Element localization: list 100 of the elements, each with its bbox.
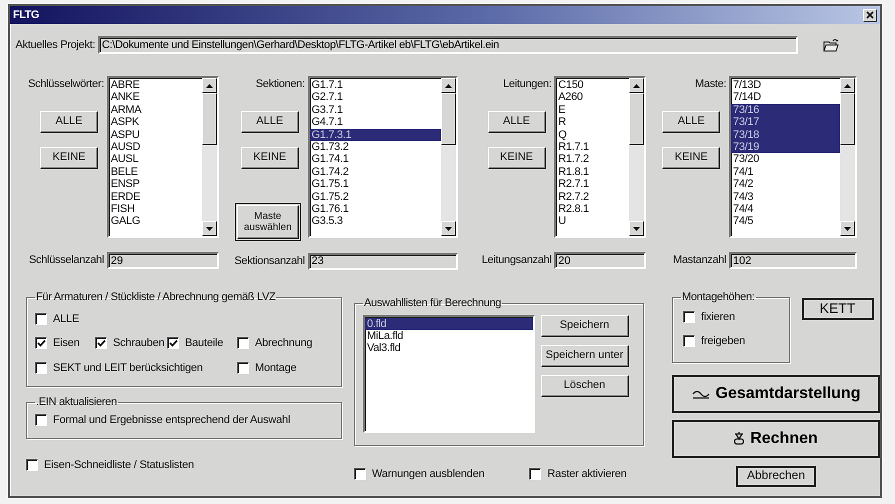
- list-item[interactable]: G2.7.1: [310, 91, 440, 104]
- list-item[interactable]: ABRE: [108, 79, 202, 92]
- list-item[interactable]: 74/2: [731, 178, 840, 191]
- button[interactable]: Löschen: [540, 374, 628, 396]
- list-item[interactable]: 74/5: [731, 215, 840, 228]
- list-item[interactable]: U: [556, 215, 630, 228]
- checkbox[interactable]: ALLE: [35, 310, 333, 327]
- list-item[interactable]: G1.7.1: [310, 79, 440, 92]
- project-path-field[interactable]: C:\Dokumente und Einstellungen\Gerhard\Desktop\FLTG-Artikel eb\FLTG\ebArtikel.ein: [98, 36, 798, 54]
- list-item[interactable]: ASPK: [108, 116, 202, 129]
- button[interactable]: ALLE: [488, 110, 546, 132]
- count-field[interactable]: 23: [308, 252, 458, 270]
- list-label: Schlüsselwörter:: [28, 77, 104, 92]
- scrollbar[interactable]: [840, 78, 855, 236]
- list-item[interactable]: MiLa.fld: [365, 330, 533, 342]
- list-item[interactable]: G1.7.3.1: [310, 128, 440, 142]
- up-arrow-icon: [444, 84, 452, 88]
- checkbox[interactable]: Schrauben: [95, 335, 167, 352]
- count-field[interactable]: 29: [106, 252, 219, 269]
- button[interactable]: ALLE: [240, 110, 299, 132]
- list-item[interactable]: 73/16: [731, 104, 840, 116]
- count-field[interactable]: 102: [729, 252, 857, 269]
- list-item[interactable]: G1.74.2: [310, 166, 440, 178]
- list-label: Maste:: [695, 77, 726, 92]
- count-field[interactable]: 20: [554, 252, 646, 269]
- list-item[interactable]: ARMA: [108, 104, 202, 116]
- checkbox[interactable]: Warnungen ausblenden: [354, 466, 484, 482]
- checkbox[interactable]: Eisen-Schneidliste / Statuslisten: [26, 456, 342, 473]
- close-button[interactable]: [863, 8, 877, 22]
- list-item[interactable]: 73/17: [731, 116, 840, 129]
- list-item[interactable]: G3.5.3: [310, 215, 440, 228]
- button[interactable]: Maste auswählen: [236, 204, 299, 238]
- group-title: Montagehöhen:: [681, 292, 756, 302]
- list-item[interactable]: G1.74.1: [310, 153, 440, 166]
- checkbox[interactable]: Formal und Ergebnisse entsprechend der Auswahl: [35, 410, 290, 432]
- list-item[interactable]: E: [556, 104, 630, 116]
- scrollbar[interactable]: [440, 78, 456, 236]
- open-folder-icon[interactable]: [822, 38, 839, 52]
- down-arrow-icon: [206, 226, 213, 230]
- cancel-button[interactable]: Abbrechen: [736, 466, 816, 486]
- checkbox[interactable]: SEKT und LEIT berücksichtigen: [35, 360, 237, 376]
- list-item[interactable]: GALG: [108, 215, 202, 228]
- list-item[interactable]: ASPU: [108, 128, 202, 142]
- profile-icon: [692, 388, 710, 398]
- list-item[interactable]: AUSD: [108, 141, 202, 154]
- button[interactable]: ALLE: [662, 110, 720, 132]
- list-item[interactable]: 74/4: [731, 203, 840, 216]
- list-item[interactable]: G4.7.1: [310, 116, 440, 129]
- list-item[interactable]: R2.7.1: [556, 178, 630, 191]
- list-item[interactable]: 73/19: [731, 141, 840, 154]
- button[interactable]: KEINE: [40, 146, 98, 168]
- checkbox[interactable]: freigeben: [683, 333, 781, 350]
- list-item[interactable]: A260: [556, 91, 630, 104]
- list-item[interactable]: G1.73.2: [310, 141, 440, 154]
- list-item[interactable]: G3.7.1: [310, 104, 440, 116]
- list-item[interactable]: 73/20: [731, 153, 840, 166]
- button[interactable]: Speichern unter: [540, 344, 628, 366]
- list-item[interactable]: Val3.fld: [365, 342, 533, 355]
- close-icon: [866, 11, 874, 19]
- list-item[interactable]: BELE: [108, 166, 202, 178]
- list-item[interactable]: 73/18: [731, 128, 840, 142]
- list-item[interactable]: R2.8.1: [556, 203, 630, 216]
- list-item[interactable]: 0.fld: [365, 318, 533, 330]
- checkbox[interactable]: Eisen: [35, 335, 95, 352]
- button[interactable]: KEINE: [240, 146, 299, 168]
- list-item[interactable]: ERDE: [108, 190, 202, 204]
- list-item[interactable]: 7/13D: [731, 79, 840, 92]
- gesamtdarstellung-button[interactable]: Gesamtdarstellung: [672, 374, 880, 412]
- button[interactable]: ALLE: [40, 110, 98, 132]
- list-item[interactable]: ENSP: [108, 178, 202, 191]
- list-item[interactable]: 7/14D: [731, 91, 840, 104]
- group-title: Auswahllisten für Berechnung: [363, 298, 502, 308]
- button[interactable]: Speichern: [540, 314, 628, 336]
- list-item[interactable]: AUSL: [108, 153, 202, 166]
- list-item[interactable]: 74/3: [731, 190, 840, 204]
- list-item[interactable]: 74/1: [731, 166, 840, 178]
- list-item[interactable]: R1.7.2: [556, 153, 630, 166]
- list-item[interactable]: FISH: [108, 203, 202, 216]
- up-arrow-icon: [844, 84, 851, 88]
- list-item[interactable]: ANKE: [108, 91, 202, 104]
- button[interactable]: KEINE: [662, 146, 720, 168]
- checkbox[interactable]: Bauteile: [167, 335, 237, 352]
- checkbox[interactable]: Raster aktivieren: [529, 466, 627, 482]
- button[interactable]: KEINE: [488, 146, 546, 168]
- list-item[interactable]: R1.8.1: [556, 166, 630, 178]
- list-item[interactable]: R1.7.1: [556, 141, 630, 154]
- scrollbar[interactable]: [202, 78, 217, 236]
- list-item[interactable]: G1.76.1: [310, 203, 440, 216]
- list-item[interactable]: G1.75.1: [310, 178, 440, 191]
- kett-button[interactable]: KETT: [802, 298, 874, 320]
- list-item[interactable]: Q: [556, 128, 630, 142]
- checkbox[interactable]: Abrechnung: [237, 335, 333, 352]
- checkbox[interactable]: fixieren: [683, 308, 781, 325]
- list-item[interactable]: G1.75.2: [310, 190, 440, 204]
- list-item[interactable]: R: [556, 116, 630, 129]
- rechnen-button[interactable]: Rechnen: [672, 420, 880, 458]
- checkbox[interactable]: Montage: [237, 360, 333, 376]
- scrollbar[interactable]: [629, 78, 644, 236]
- list-item[interactable]: R2.7.2: [556, 190, 630, 204]
- list-item[interactable]: C150: [556, 79, 630, 92]
